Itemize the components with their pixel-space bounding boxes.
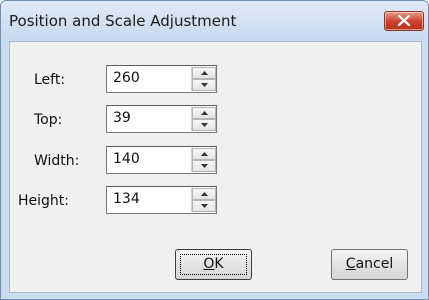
top-value: 39 [113, 110, 131, 126]
cancel-mnemonic: C [345, 256, 356, 272]
width-spin-up-button[interactable] [192, 148, 216, 160]
height-spin-up-button[interactable] [192, 188, 216, 200]
triangle-up-icon [201, 152, 208, 156]
ok-button[interactable]: OK [175, 249, 252, 280]
height-spinner [191, 188, 216, 212]
width-input[interactable]: 140 [106, 146, 217, 174]
height-value: 134 [113, 191, 140, 207]
left-spinner [191, 67, 216, 91]
triangle-down-icon [201, 83, 208, 87]
top-label: Top: [34, 112, 63, 128]
height-label: Height: [18, 193, 69, 209]
width-label: Width: [34, 153, 80, 169]
triangle-down-icon [201, 164, 208, 168]
height-input[interactable]: 134 [106, 186, 217, 214]
triangle-up-icon [201, 192, 208, 196]
dialog-window: Position and Scale Adjustment Left: 260 [0, 0, 429, 300]
triangle-down-icon [201, 123, 208, 127]
top-spin-up-button[interactable] [192, 107, 216, 119]
cancel-label-rest: ancel [355, 256, 394, 272]
top-spinner [191, 107, 216, 131]
top-spin-down-button[interactable] [192, 119, 216, 131]
height-spin-down-button[interactable] [192, 200, 216, 212]
window-title: Position and Scale Adjustment [9, 12, 237, 30]
width-spinner [191, 148, 216, 172]
width-value: 140 [113, 151, 140, 167]
triangle-up-icon [201, 71, 208, 75]
focus-rectangle [180, 254, 247, 275]
left-label: Left: [34, 72, 66, 88]
width-spin-down-button[interactable] [192, 160, 216, 172]
cancel-button[interactable]: Cancel [331, 249, 408, 280]
triangle-down-icon [201, 204, 208, 208]
left-value: 260 [113, 70, 140, 86]
left-input[interactable]: 260 [106, 65, 217, 93]
close-button[interactable] [384, 11, 424, 31]
dialog-body: Left: 260 Top: 39 Width: 140 Height: 134… [9, 41, 422, 293]
left-spin-down-button[interactable] [192, 79, 216, 91]
close-icon [398, 15, 410, 26]
title-bar[interactable]: Position and Scale Adjustment [1, 1, 428, 41]
triangle-up-icon [201, 111, 208, 115]
left-spin-up-button[interactable] [192, 67, 216, 79]
top-input[interactable]: 39 [106, 105, 217, 133]
